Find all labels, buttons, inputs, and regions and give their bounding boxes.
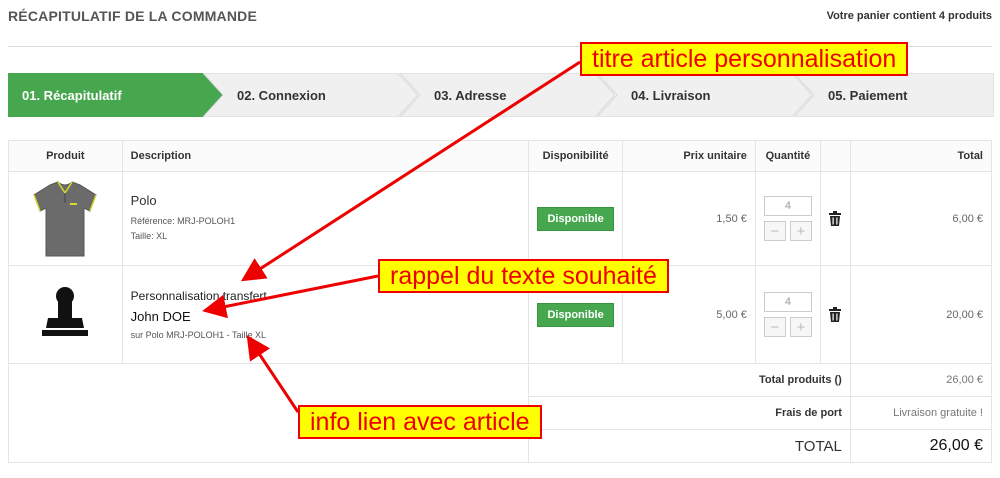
header-quantity: Quantité — [754, 140, 821, 172]
product-image-cell — [8, 171, 123, 266]
delete-cell — [819, 265, 851, 364]
product-size: Taille: XL — [130, 231, 168, 241]
quantity-increase-button[interactable]: + — [789, 317, 812, 337]
totals-products-row: Total produits () 26,00 € — [7, 363, 993, 463]
product-reference: Référence: MRJ-POLOH1 — [130, 216, 236, 226]
step-payment[interactable]: 05. Paiement — [794, 73, 994, 117]
step-login-label: 02. Connexion — [237, 87, 326, 103]
row-total: 6,00 € — [849, 171, 993, 266]
cart-count: Votre panier contient 4 produits — [826, 10, 992, 22]
customization-linked-article: sur Polo MRJ-POLOH1 - Taille XL — [130, 330, 267, 340]
header-delete — [819, 140, 851, 172]
step-payment-label: 05. Paiement — [828, 87, 908, 103]
product-name[interactable]: Polo — [131, 193, 521, 208]
quantity-cell: 4 − + — [754, 265, 821, 364]
step-shipping-label: 04. Livraison — [631, 87, 711, 103]
availability-badge: Disponible — [537, 302, 614, 327]
shipping-value: Livraison gratuite ! — [849, 396, 993, 430]
header-availability: Disponibilité — [528, 140, 623, 172]
annotation-text: rappel du texte souhaité — [378, 259, 669, 293]
product-image-cell — [8, 265, 123, 364]
quantity-decrease-button[interactable]: − — [763, 221, 786, 241]
shipping-label: Frais de port — [528, 396, 851, 430]
customization-text: John DOE — [130, 309, 191, 324]
quantity-input[interactable]: 4 — [763, 196, 812, 216]
quantity-cell: 4 − + — [754, 171, 821, 266]
header-total: Total — [849, 140, 993, 172]
product-description-cell: Polo Référence: MRJ-POLOH1 Taille: XL — [121, 171, 530, 266]
total-products-value: 26,00 € — [849, 363, 993, 397]
delete-cell — [819, 171, 851, 266]
availability-cell: Disponible — [528, 171, 623, 266]
unit-price: 1,50 € — [621, 171, 756, 266]
header-description: Description — [121, 140, 530, 172]
trash-icon[interactable] — [829, 307, 842, 322]
step-address[interactable]: 03. Adresse — [400, 73, 615, 117]
table-row: Polo Référence: MRJ-POLOH1 Taille: XL Di… — [8, 171, 993, 266]
checkout-steps: 01. Récapitulatif 02. Connexion 03. Adre… — [8, 73, 994, 117]
annotation-title: titre article personnalisation — [580, 42, 909, 76]
trash-icon[interactable] — [829, 211, 842, 226]
page-title: RÉCAPITULATIF DE LA COMMANDE — [8, 8, 258, 24]
quantity-input[interactable]: 4 — [763, 292, 812, 312]
polo-shirt-icon[interactable] — [24, 178, 106, 260]
row-total: 20,00 € — [849, 265, 993, 364]
step-login[interactable]: 02. Connexion — [203, 73, 418, 117]
total-products-label: Total produits () — [528, 363, 851, 397]
quantity-decrease-button[interactable]: − — [763, 317, 786, 337]
step-summary-label: 01. Récapitulatif — [22, 87, 122, 103]
grand-total-label: TOTAL — [528, 429, 851, 463]
grand-total-value: 26,00 € — [849, 429, 993, 463]
header-product: Produit — [8, 140, 123, 172]
stamp-icon[interactable] — [24, 274, 106, 356]
step-address-label: 03. Adresse — [434, 87, 507, 103]
quantity-increase-button[interactable]: + — [789, 221, 812, 241]
step-shipping[interactable]: 04. Livraison — [597, 73, 812, 117]
annotation-link: info lien avec article — [298, 405, 542, 439]
availability-badge: Disponible — [537, 206, 614, 231]
table-header-row: Produit Description Disponibilité Prix u… — [8, 140, 993, 172]
header-unit-price: Prix unitaire — [621, 140, 756, 172]
